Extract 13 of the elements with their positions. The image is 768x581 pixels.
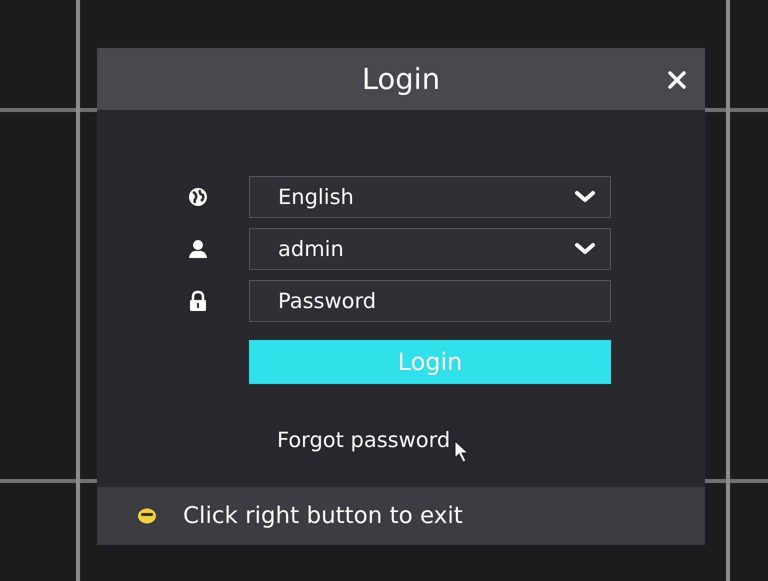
user-icon xyxy=(187,238,209,260)
status-text: Click right button to exit xyxy=(183,503,463,529)
dialog-title: Login xyxy=(362,62,440,96)
lock-icon xyxy=(187,290,209,312)
password-field[interactable]: Password xyxy=(249,280,611,322)
forgot-password-link[interactable]: Forgot password xyxy=(277,428,450,452)
close-icon[interactable] xyxy=(667,70,687,90)
language-dropdown[interactable]: English xyxy=(249,176,611,218)
chevron-down-icon xyxy=(574,190,596,204)
user-dropdown[interactable]: admin xyxy=(249,228,611,270)
chevron-down-icon xyxy=(574,242,596,256)
face-icon xyxy=(137,508,157,524)
globe-icon xyxy=(187,186,209,208)
